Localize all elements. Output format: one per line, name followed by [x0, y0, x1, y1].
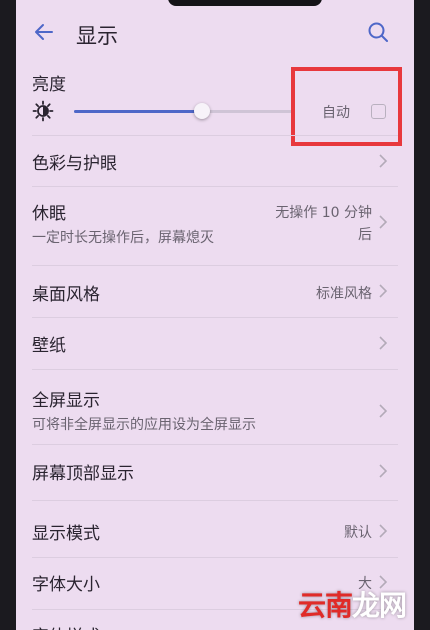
chevron-right-icon: [379, 154, 388, 168]
setting-home-style[interactable]: 桌面风格 标准风格: [16, 266, 414, 316]
brightness-slider[interactable]: [74, 101, 294, 123]
setting-color-eye-comfort[interactable]: 色彩与护眼: [16, 136, 414, 186]
setting-title: 壁纸: [32, 336, 66, 356]
chevron-right-icon: [379, 464, 388, 478]
chevron-right-icon: [379, 284, 388, 298]
setting-status-bar-display[interactable]: 屏幕顶部显示: [16, 445, 414, 495]
setting-subtitle: 可将非全屏显示的应用设为全屏显示: [32, 417, 256, 433]
app-header: 显示: [16, 0, 414, 62]
setting-title: 字体大小: [32, 575, 100, 595]
sleep-value-line1: 无操作 10 分钟: [275, 205, 372, 221]
brightness-sun-icon: [32, 100, 54, 122]
settings-screen: 显示 亮度 自动 色彩与护眼 休眠 一定时长无操作后，屏幕熄灭 无操作 10 分…: [16, 0, 414, 630]
page-title: 显示: [76, 24, 118, 48]
chevron-right-icon: [379, 336, 388, 350]
chevron-right-icon: [379, 404, 388, 418]
setting-title: 色彩与护眼: [32, 154, 117, 174]
brightness-section: 亮度 自动: [16, 62, 414, 146]
setting-wallpaper[interactable]: 壁纸: [16, 318, 414, 368]
setting-title: 显示模式: [32, 524, 100, 544]
sleep-value-line2: 后: [358, 227, 372, 243]
setting-subtitle: 一定时长无操作后，屏幕熄灭: [32, 230, 214, 246]
setting-title: 屏幕顶部显示: [32, 464, 134, 484]
setting-value: 标准风格: [316, 286, 372, 302]
setting-sleep[interactable]: 休眠 一定时长无操作后，屏幕熄灭 无操作 10 分钟 后: [16, 187, 414, 257]
setting-fullscreen[interactable]: 全屏显示 可将非全屏显示的应用设为全屏显示: [16, 370, 414, 442]
chevron-right-icon: [379, 215, 388, 229]
setting-display-mode[interactable]: 显示模式 默认: [16, 505, 414, 555]
setting-title: 字体样式: [32, 622, 100, 630]
arrow-left-icon[interactable]: [32, 20, 56, 44]
watermark-logo: 云南龙网: [297, 589, 407, 622]
divider: [32, 500, 398, 501]
setting-title: 桌面风格: [32, 285, 100, 305]
slider-fill: [74, 110, 202, 113]
chevron-right-icon: [379, 524, 388, 538]
setting-title: 全屏显示: [32, 391, 100, 411]
search-icon[interactable]: [366, 20, 390, 44]
setting-title: 休眠: [32, 204, 66, 224]
slider-thumb[interactable]: [194, 103, 210, 119]
brightness-label: 亮度: [32, 75, 66, 95]
setting-value: 默认: [344, 525, 372, 541]
